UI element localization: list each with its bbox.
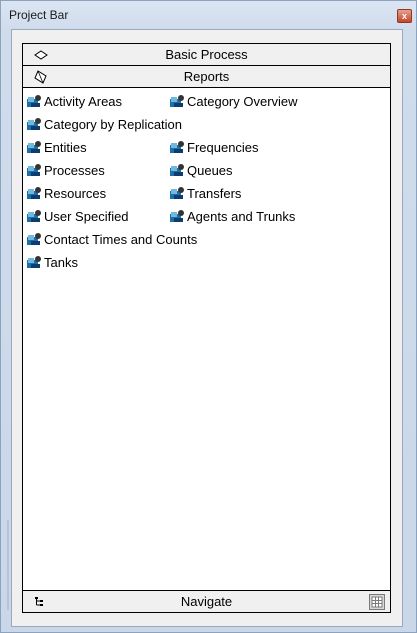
report-agents-and-trunks[interactable]: Agents and Trunks <box>169 208 295 226</box>
report-icon <box>27 256 41 268</box>
navigate-bar[interactable]: Navigate <box>23 590 390 612</box>
report-category-overview[interactable]: Category Overview <box>169 93 298 111</box>
report-icon <box>170 210 184 222</box>
report-icon <box>27 95 41 107</box>
report-contact-times-and-counts[interactable]: Contact Times and Counts <box>26 231 197 249</box>
panel-header-basic-process[interactable]: Basic Process <box>23 44 390 66</box>
report-icon <box>170 187 184 199</box>
report-icon <box>27 141 41 153</box>
report-frequencies[interactable]: Frequencies <box>169 139 259 157</box>
resize-edge[interactable] <box>7 520 9 610</box>
title-bar[interactable]: Project Bar x <box>1 1 416 29</box>
report-icon <box>170 164 184 176</box>
close-icon: x <box>401 11 407 21</box>
report-icon <box>27 210 41 222</box>
report-entities[interactable]: Entities <box>26 139 87 157</box>
report-category-by-replication[interactable]: Category by Replication <box>26 116 182 134</box>
report-icon <box>27 118 41 130</box>
window-title: Project Bar <box>9 8 69 22</box>
report-processes[interactable]: Processes <box>26 162 105 180</box>
report-icon <box>170 95 184 107</box>
report-icon <box>170 141 184 153</box>
report-tanks[interactable]: Tanks <box>26 254 78 272</box>
report-resources[interactable]: Resources <box>26 185 106 203</box>
grid-window-icon[interactable] <box>369 594 385 610</box>
report-transfers[interactable]: Transfers <box>169 185 241 203</box>
close-button[interactable]: x <box>397 9 412 23</box>
navigate-label: Navigate <box>180 594 233 609</box>
reports-list: Activity Areas Category Overview Categor… <box>23 88 390 591</box>
report-activity-areas[interactable]: Activity Areas <box>26 93 122 111</box>
report-icon <box>27 187 41 199</box>
report-queues[interactable]: Queues <box>169 162 233 180</box>
panel-header-label: Basic Process <box>165 47 248 62</box>
report-user-specified[interactable]: User Specified <box>26 208 129 226</box>
report-icon <box>27 164 41 176</box>
panel-header-label: Reports <box>183 69 230 84</box>
panel-header-reports[interactable]: Reports <box>23 66 390 88</box>
report-icon <box>27 233 41 245</box>
project-panel: Basic Process Reports Activity Areas Cat… <box>22 43 391 613</box>
